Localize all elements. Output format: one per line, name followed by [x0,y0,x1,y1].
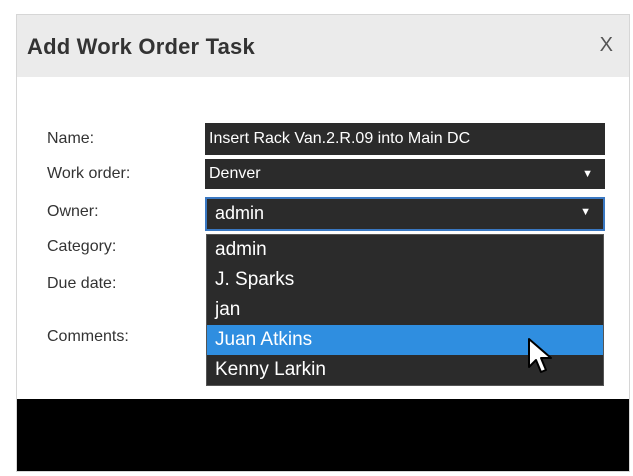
owner-value: admin [215,203,265,223]
owner-option[interactable]: J. Sparks [207,265,603,295]
dialog-titlebar: Add Work Order Task X [17,15,629,77]
work-order-select[interactable]: Denver ▼ [205,159,605,189]
mouse-pointer-icon [528,338,552,373]
work-order-label: Work order: [47,165,131,182]
name-label: Name: [47,130,95,147]
comments-label: Comments: [47,328,129,345]
work-order-value: Denver [209,165,261,182]
category-label: Category: [47,238,117,255]
close-icon[interactable]: X [600,35,613,55]
owner-option[interactable]: jan [207,295,603,325]
due-date-label: Due date: [47,275,117,292]
owner-label: Owner: [47,203,99,220]
chevron-down-icon: ▼ [582,168,593,180]
add-work-order-task-dialog: Add Work Order Task X Name: Insert Rack … [16,14,630,472]
dialog-title: Add Work Order Task [27,34,255,59]
owner-select[interactable]: admin ▼ [205,197,605,231]
dialog-footer [17,399,629,471]
owner-option[interactable]: admin [207,235,603,265]
chevron-down-icon: ▼ [580,206,591,218]
name-field[interactable]: Insert Rack Van.2.R.09 into Main DC [205,123,605,155]
